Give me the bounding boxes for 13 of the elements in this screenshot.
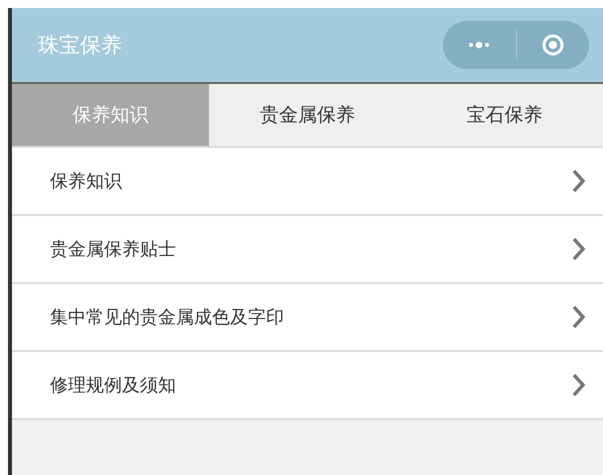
chevron-icon <box>572 305 586 329</box>
chevron-icon <box>572 169 586 193</box>
target-icon <box>542 34 564 56</box>
list-item[interactable]: 集中常见的贵金属成色及字印 <box>12 284 603 352</box>
list-item[interactable]: 贵金属保养贴士 <box>12 216 603 284</box>
more-icon <box>468 41 490 49</box>
list-item[interactable]: 保养知识 <box>12 148 603 216</box>
page-title: 珠宝保养 <box>38 32 122 59</box>
tab[interactable]: 宝石保养 <box>406 84 603 146</box>
chevron-icon <box>572 237 586 261</box>
chevron-icon <box>572 373 586 397</box>
tab[interactable]: 贵金属保养 <box>209 84 406 146</box>
list-item[interactable]: 修理规例及须知 <box>12 352 603 420</box>
